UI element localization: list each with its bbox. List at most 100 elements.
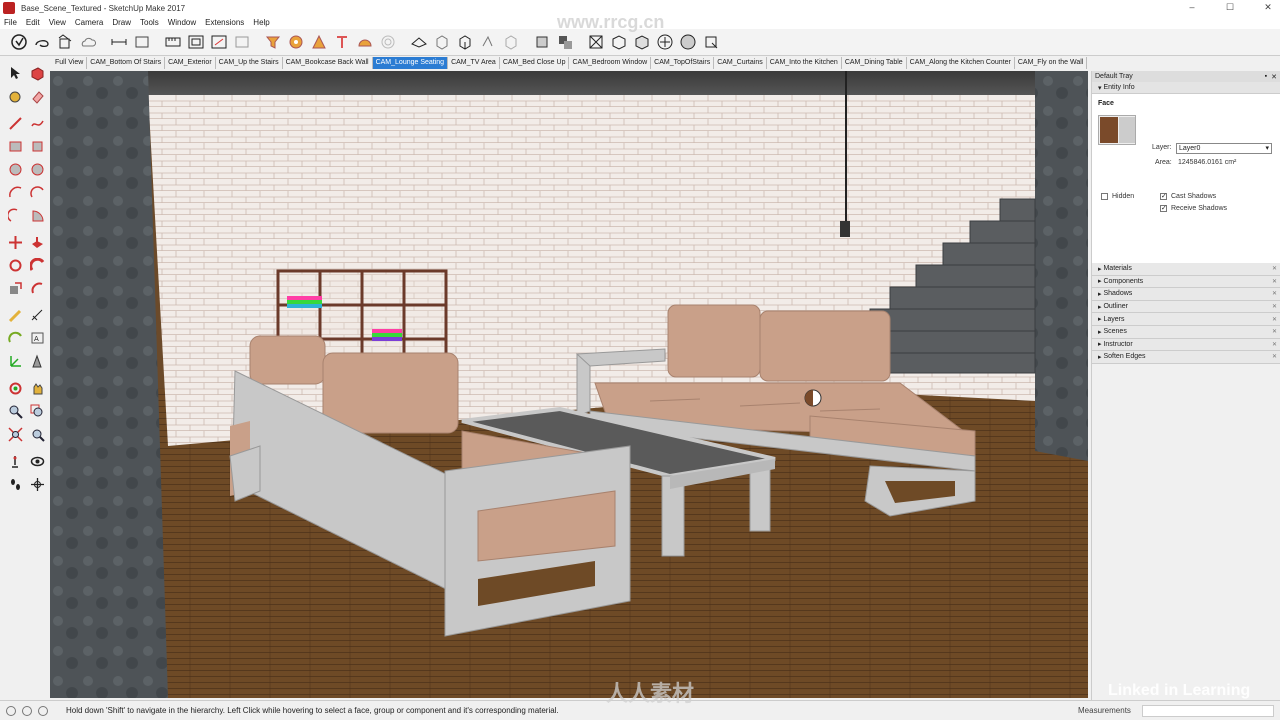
paint-bucket-icon[interactable] bbox=[6, 87, 24, 105]
xray-icon[interactable] bbox=[531, 31, 553, 53]
geo-location-icon[interactable] bbox=[6, 705, 16, 716]
textured-icon[interactable] bbox=[631, 31, 653, 53]
scene-tab[interactable]: CAM_Up the Stairs bbox=[216, 57, 283, 69]
tape-icon[interactable] bbox=[285, 31, 307, 53]
scene-tab[interactable]: CAM_Bedroom Window bbox=[569, 57, 652, 69]
eraser-icon[interactable] bbox=[28, 87, 46, 105]
info-icon[interactable] bbox=[38, 705, 48, 716]
close-icon[interactable]: ✕ bbox=[1272, 328, 1277, 335]
close-icon[interactable]: ✕ bbox=[1272, 303, 1277, 310]
select-arrow-icon[interactable] bbox=[6, 64, 24, 82]
pie-icon[interactable] bbox=[28, 206, 46, 224]
close-icon[interactable]: ✕ bbox=[1272, 341, 1277, 348]
close-icon[interactable]: ✕ bbox=[1272, 290, 1277, 297]
zoom-icon[interactable] bbox=[354, 31, 376, 53]
walk-icon[interactable] bbox=[262, 31, 284, 53]
scene-tab[interactable]: CAM_Curtains bbox=[714, 57, 767, 69]
orbit-icon[interactable] bbox=[308, 31, 330, 53]
make-component-icon[interactable] bbox=[28, 64, 46, 82]
scene-tab[interactable]: CAM_TopOfStairs bbox=[651, 57, 715, 69]
scene-tab[interactable]: CAM_Exterior bbox=[165, 57, 216, 69]
top-view-icon[interactable] bbox=[431, 31, 453, 53]
circle-icon[interactable] bbox=[6, 160, 24, 178]
right-view-icon[interactable] bbox=[477, 31, 499, 53]
tray-section-scenes[interactable]: ▸ Scenes ✕ bbox=[1092, 325, 1280, 339]
tray-section-shadows[interactable]: ▸ Shadows ✕ bbox=[1092, 288, 1280, 301]
position-camera-icon[interactable] bbox=[6, 452, 24, 470]
close-icon[interactable]: ✕ bbox=[1272, 353, 1277, 360]
three-point-arc-icon[interactable] bbox=[6, 206, 24, 224]
follow-me-icon[interactable] bbox=[28, 256, 46, 274]
offset-icon[interactable] bbox=[28, 279, 46, 297]
iso-view-icon[interactable] bbox=[408, 31, 430, 53]
axes-icon[interactable] bbox=[208, 31, 230, 53]
zoom-window-icon[interactable] bbox=[28, 402, 46, 420]
entity-info-header[interactable]: ▾ Entity Info bbox=[1092, 82, 1280, 94]
ruler-icon[interactable] bbox=[162, 31, 184, 53]
scene-tab[interactable]: CAM_Dining Table bbox=[842, 57, 907, 69]
freehand-icon[interactable] bbox=[28, 114, 46, 132]
menu-help[interactable]: Help bbox=[253, 18, 269, 27]
tray-section-materials[interactable]: ▸ Materials ✕ bbox=[1092, 263, 1280, 276]
scale-icon[interactable] bbox=[6, 279, 24, 297]
measurements-input[interactable] bbox=[1142, 705, 1274, 717]
tray-section-components[interactable]: ▸ Components ✕ bbox=[1092, 275, 1280, 289]
rotate-icon[interactable] bbox=[6, 256, 24, 274]
line-icon[interactable] bbox=[6, 114, 24, 132]
arc-icon[interactable] bbox=[6, 183, 24, 201]
menu-file[interactable]: File bbox=[4, 18, 17, 27]
zoom-extents-tool-icon[interactable] bbox=[6, 425, 24, 443]
hidden-line-icon[interactable] bbox=[585, 31, 607, 53]
scene-tab[interactable]: CAM_Bottom Of Stairs bbox=[87, 57, 166, 69]
credits-icon[interactable] bbox=[22, 705, 32, 716]
select-icon[interactable] bbox=[8, 31, 30, 53]
wireframe-icon[interactable] bbox=[554, 31, 576, 53]
close-icon[interactable]: ✕ bbox=[1272, 316, 1277, 323]
monochrome-icon[interactable] bbox=[654, 31, 676, 53]
3d-text-icon[interactable] bbox=[28, 352, 46, 370]
tray-section-instructor[interactable]: ▸ Instructor ✕ bbox=[1092, 338, 1280, 352]
scene-tab[interactable]: CAM_Fly on the Wall bbox=[1015, 57, 1088, 69]
scene-tab[interactable]: CAM_Bed Close Up bbox=[500, 57, 570, 69]
minimize-button[interactable]: – bbox=[1186, 2, 1198, 13]
scene-tab[interactable]: CAM_TV Area bbox=[448, 57, 500, 69]
close-icon[interactable]: ✕ bbox=[1272, 265, 1277, 272]
dimension-tool-icon[interactable] bbox=[28, 306, 46, 324]
cast-shadows-checkbox[interactable]: ✓ bbox=[1160, 193, 1167, 200]
back-view-icon[interactable] bbox=[500, 31, 522, 53]
menu-extensions[interactable]: Extensions bbox=[205, 18, 244, 27]
material-swatch[interactable] bbox=[1098, 115, 1136, 145]
section-icon[interactable] bbox=[131, 31, 153, 53]
maximize-button[interactable]: ☐ bbox=[1224, 2, 1236, 13]
close-tray-icon[interactable]: ✕ bbox=[1271, 73, 1277, 81]
warehouse-icon[interactable] bbox=[677, 31, 699, 53]
zoom-tool-icon[interactable] bbox=[6, 402, 24, 420]
pan-icon[interactable] bbox=[331, 31, 353, 53]
tray-section-layers[interactable]: ▸ Layers ✕ bbox=[1092, 313, 1280, 326]
scene-tab-active[interactable]: CAM_Lounge Seating bbox=[372, 57, 449, 69]
push-pull-icon[interactable] bbox=[28, 233, 46, 251]
rectangle-icon[interactable] bbox=[6, 137, 24, 155]
menu-view[interactable]: View bbox=[49, 18, 66, 27]
orbit-tool-icon[interactable] bbox=[6, 379, 24, 397]
receive-shadows-checkbox[interactable]: ✓ bbox=[1160, 205, 1167, 212]
zoom-extents-icon[interactable] bbox=[377, 31, 399, 53]
paint-bucket-icon[interactable] bbox=[54, 31, 76, 53]
scene-tab[interactable]: CAM_Along the Kitchen Counter bbox=[907, 57, 1015, 69]
previous-view-icon[interactable] bbox=[28, 425, 46, 443]
layer-dropdown[interactable]: Layer0 bbox=[1176, 143, 1272, 154]
hidden-checkbox[interactable] bbox=[1101, 193, 1108, 200]
extension-icon[interactable] bbox=[700, 31, 722, 53]
shaded-icon[interactable] bbox=[608, 31, 630, 53]
section-plane-icon[interactable] bbox=[28, 475, 46, 493]
tape-measure-icon[interactable] bbox=[6, 306, 24, 324]
protractor-tool-icon[interactable] bbox=[6, 329, 24, 347]
rotated-rectangle-icon[interactable] bbox=[28, 137, 46, 155]
lasso-icon[interactable] bbox=[31, 31, 53, 53]
menu-edit[interactable]: Edit bbox=[26, 18, 40, 27]
cloud-icon[interactable] bbox=[77, 31, 99, 53]
axes-tool-icon[interactable] bbox=[6, 352, 24, 370]
menu-draw[interactable]: Draw bbox=[112, 18, 131, 27]
menu-window[interactable]: Window bbox=[168, 18, 196, 27]
protractor-icon[interactable] bbox=[185, 31, 207, 53]
